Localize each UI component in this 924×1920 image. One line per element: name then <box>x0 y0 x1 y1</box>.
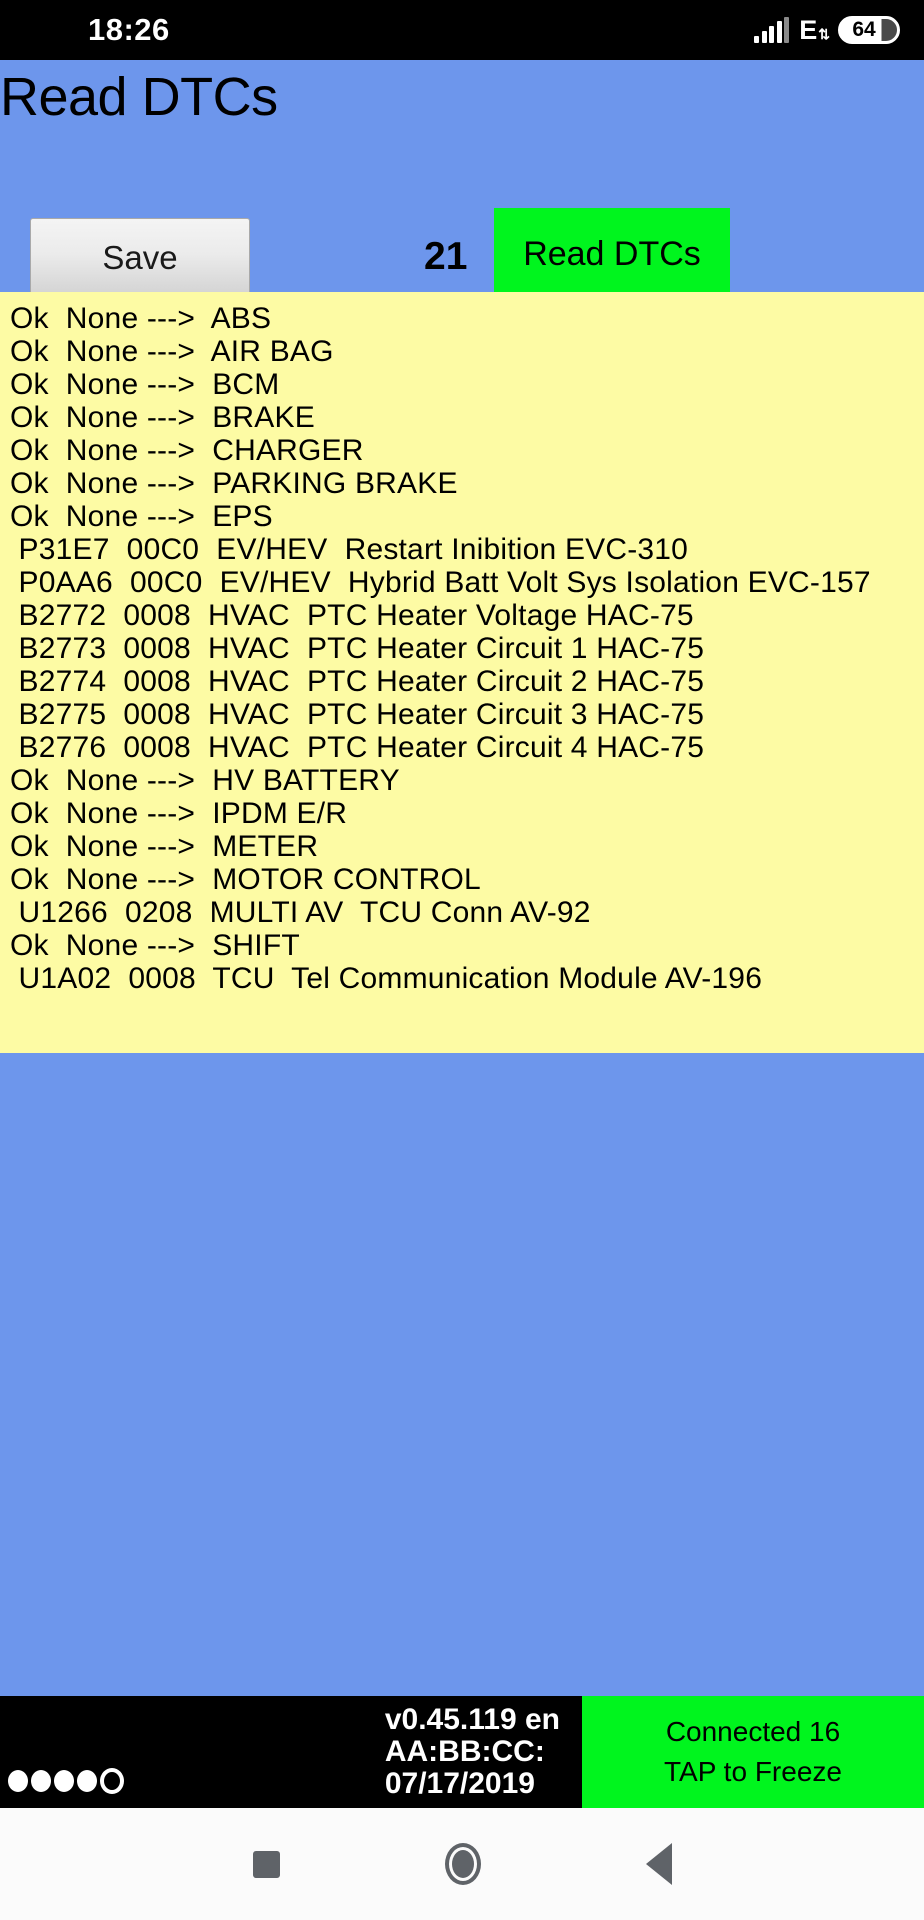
home-circle-icon[interactable] <box>444 1843 481 1885</box>
app-content: Read DTCs Save 21 Read DTCs Ok None --->… <box>0 60 924 1808</box>
progress-dots-indicator <box>8 1768 124 1794</box>
dtc-row: Ok None ---> AIR BAG <box>10 335 334 368</box>
progress-dot <box>31 1770 51 1792</box>
dtc-row: Ok None ---> BRAKE <box>10 401 315 434</box>
battery-level-label: 64 <box>852 18 876 41</box>
status-bar-clock: 18:26 <box>88 12 170 47</box>
save-button[interactable]: Save <box>30 218 250 298</box>
dtc-row: B2773 0008 HVAC PTC Heater Circuit 1 HAC… <box>10 632 705 665</box>
device-id-label: AA:BB:CC: <box>384 1735 545 1768</box>
progress-dot <box>8 1770 28 1792</box>
back-triangle-icon[interactable] <box>645 1843 672 1885</box>
page-title: Read DTCs <box>0 67 278 127</box>
app-bottom-bar: v0.45.119 en AA:BB:CC: 07/17/2019 Connec… <box>0 1696 924 1808</box>
dtc-row: Ok None ---> PARKING BRAKE <box>10 467 458 500</box>
dtc-count-label: 21 <box>424 235 468 278</box>
connection-status-button[interactable]: Connected 16 TAP to Freeze <box>582 1696 924 1808</box>
dtc-row: Ok None ---> MOTOR CONTROL <box>10 863 481 896</box>
device-info-text: v0.45.119 en AA:BB:CC: 07/17/2019 <box>385 1704 560 1800</box>
dtc-row: Ok None ---> HV BATTERY <box>10 764 400 797</box>
device-date-label: 07/17/2019 <box>384 1767 535 1800</box>
dtc-row: P31E7 00C0 EV/HEV Restart Inibition EVC-… <box>10 533 689 566</box>
network-type-label: E <box>799 14 818 45</box>
dtc-row: U1A02 0008 TCU Tel Communication Module … <box>10 962 763 995</box>
app-version-label: v0.45.119 en <box>384 1703 560 1736</box>
dtc-row: B2772 0008 HVAC PTC Heater Voltage HAC-7… <box>10 599 694 632</box>
dtc-row: B2774 0008 HVAC PTC Heater Circuit 2 HAC… <box>10 665 705 698</box>
recents-square-icon[interactable] <box>252 1850 280 1878</box>
dtc-row: Ok None ---> EPS <box>10 500 273 533</box>
android-status-bar: 18:26 E ⇅ 64 <box>0 0 924 60</box>
dtc-row: Ok None ---> CHARGER <box>10 434 364 467</box>
dtc-row: Ok None ---> METER <box>10 830 319 863</box>
signal-bars-icon <box>754 17 790 43</box>
connection-action-label: TAP to Freeze <box>664 1756 842 1787</box>
dtc-row: B2776 0008 HVAC PTC Heater Circuit 4 HAC… <box>10 731 705 764</box>
data-transfer-arrows-icon: ⇅ <box>818 26 830 42</box>
connection-status-label: Connected 16 <box>665 1716 841 1747</box>
android-navigation-bar <box>0 1808 924 1920</box>
progress-dot <box>77 1770 97 1792</box>
dtc-row: B2775 0008 HVAC PTC Heater Circuit 3 HAC… <box>10 698 705 731</box>
device-info-panel: v0.45.119 en AA:BB:CC: 07/17/2019 <box>0 1696 582 1808</box>
app-header: Read DTCs Save 21 Read DTCs <box>0 60 924 300</box>
status-bar-icons: E ⇅ 64 <box>754 16 900 44</box>
dtc-row: Ok None ---> IPDM E/R <box>10 797 348 830</box>
dtc-row: Ok None ---> ABS <box>10 302 272 335</box>
dtc-row: Ok None ---> BCM <box>10 368 280 401</box>
dtc-results-list[interactable]: Ok None ---> ABS Ok None ---> AIR BAG Ok… <box>0 292 924 1053</box>
network-type-indicator: E ⇅ <box>799 14 830 45</box>
progress-dot <box>54 1770 74 1792</box>
progress-dot-empty <box>100 1768 124 1794</box>
read-dtcs-button[interactable]: Read DTCs <box>494 208 730 300</box>
dtc-row: U1266 0208 MULTI AV TCU Conn AV-92 <box>10 896 591 929</box>
dtc-row: Ok None ---> SHIFT <box>10 929 300 962</box>
battery-icon: 64 <box>838 16 900 44</box>
dtc-row: P0AA6 00C0 EV/HEV Hybrid Batt Volt Sys I… <box>10 566 871 599</box>
